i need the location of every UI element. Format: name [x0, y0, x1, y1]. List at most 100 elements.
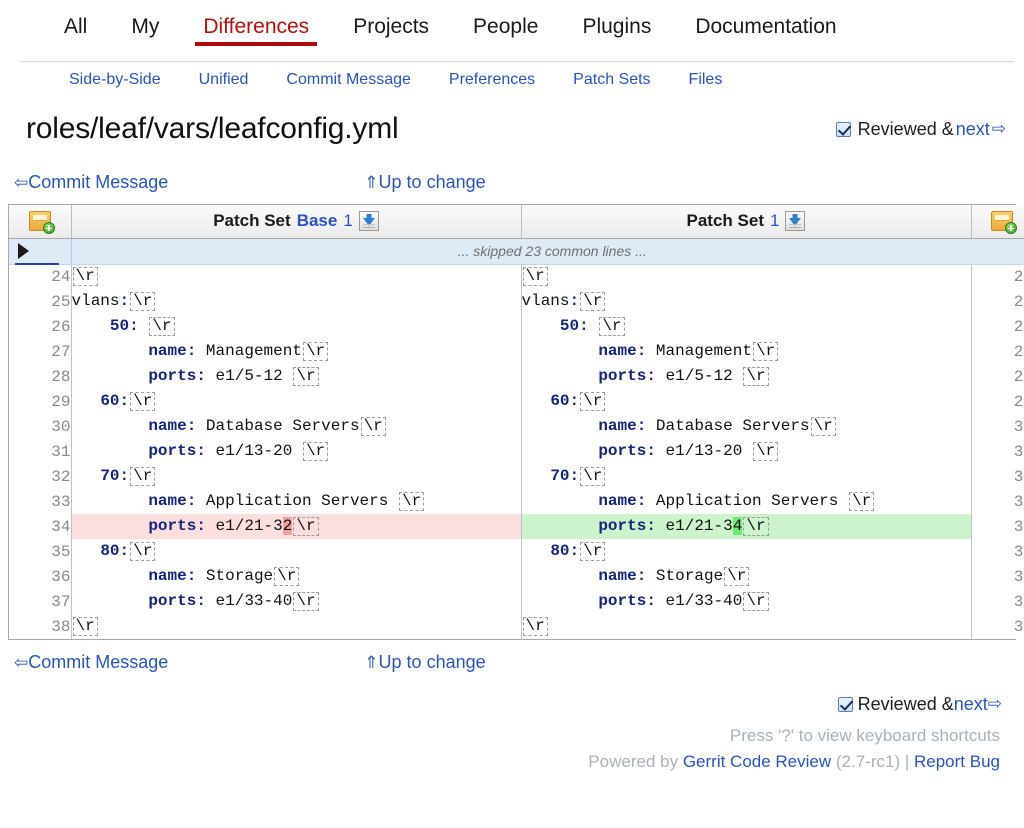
up-to-change-link-bottom[interactable]: ⇑Up to change: [364, 652, 485, 673]
diff-code-left[interactable]: 80: \r: [71, 539, 522, 564]
line-number-left[interactable]: 38: [9, 614, 72, 639]
line-number-left[interactable]: 31: [9, 439, 72, 464]
up-to-change-link-top[interactable]: ⇑Up to change: [364, 172, 485, 193]
line-number-right[interactable]: 37: [970, 589, 1024, 614]
reviewed-control-top[interactable]: Reviewed & next ⇨: [835, 119, 1006, 140]
line-number-right[interactable]: 26: [970, 314, 1024, 339]
diff-code-left[interactable]: ports: e1/13-20 \r: [71, 439, 522, 464]
diff-code-right[interactable]: 80: \r: [521, 539, 971, 564]
download-icon[interactable]: [785, 211, 806, 232]
diff-code-left[interactable]: 60: \r: [71, 389, 522, 414]
diff-code-left[interactable]: vlans: \r: [71, 289, 522, 314]
line-number-left[interactable]: 24: [9, 264, 72, 289]
diff-code-left[interactable]: ports: e1/5-12 \r: [71, 364, 522, 389]
code-text: e1/5-12: [205, 367, 293, 386]
diff-code-left[interactable]: ports: e1/21-32 \r: [71, 514, 522, 539]
line-number-right[interactable]: 38: [970, 614, 1024, 639]
skipped-lines-row[interactable]: ... skipped 23 common lines ...: [9, 238, 1024, 265]
commit-message-link-top[interactable]: ⇦Commit Message: [14, 172, 168, 193]
gerrit-link[interactable]: Gerrit Code Review: [683, 752, 831, 771]
line-number-left[interactable]: 25: [9, 289, 72, 314]
diff-code-right[interactable]: 50: \r: [521, 314, 971, 339]
report-bug-link[interactable]: Report Bug: [914, 752, 1000, 771]
expand-skipped-cell[interactable]: [9, 238, 72, 265]
diff-code-right[interactable]: \r: [521, 614, 971, 639]
diff-code-left[interactable]: \r: [71, 614, 522, 639]
line-number-left[interactable]: 37: [9, 589, 72, 614]
line-number-right[interactable]: 25: [970, 289, 1024, 314]
diff-code-left[interactable]: name: Management \r: [71, 339, 522, 364]
reviewed-control-bottom[interactable]: Reviewed & next ⇨: [0, 684, 1006, 724]
nav-tab-my[interactable]: My: [109, 16, 181, 46]
triangle-right-icon[interactable]: [18, 242, 29, 259]
diff-code-right[interactable]: 70: \r: [521, 464, 971, 489]
checkbox-checked-icon[interactable]: [837, 696, 853, 712]
diff-code-left[interactable]: ports: e1/33-40 \r: [71, 589, 522, 614]
patch-set-number-left[interactable]: 1: [343, 211, 352, 231]
diff-code-right[interactable]: 60: \r: [521, 389, 971, 414]
line-number-right[interactable]: 33: [970, 489, 1024, 514]
line-number-right[interactable]: 27: [970, 339, 1024, 364]
diff-code-right[interactable]: name: Storage \r: [521, 564, 971, 589]
line-number-right[interactable]: 31: [970, 439, 1024, 464]
line-number-right[interactable]: 29: [970, 389, 1024, 414]
diff-code-right[interactable]: name: Database Servers \r: [521, 414, 971, 439]
diff-code-left[interactable]: name: Application Servers \r: [71, 489, 522, 514]
subnav-link-unified[interactable]: Unified: [180, 71, 268, 89]
line-number-left[interactable]: 32: [9, 464, 72, 489]
line-number-left[interactable]: 36: [9, 564, 72, 589]
subnav-link-patch-sets[interactable]: Patch Sets: [554, 71, 669, 89]
diff-code-right[interactable]: name: Management \r: [521, 339, 971, 364]
diff-code-left[interactable]: \r: [71, 264, 522, 289]
line-number-right[interactable]: 34: [970, 514, 1024, 539]
line-number-right[interactable]: 36: [970, 564, 1024, 589]
line-number-right[interactable]: 24: [970, 264, 1024, 289]
line-number-left[interactable]: 26: [9, 314, 72, 339]
next-link[interactable]: next: [954, 694, 988, 715]
line-number-right[interactable]: 32: [970, 464, 1024, 489]
subnav-link-files[interactable]: Files: [670, 71, 742, 89]
line-number-left[interactable]: 35: [9, 539, 72, 564]
subnav-link-preferences[interactable]: Preferences: [430, 71, 554, 89]
add-comment-cell-right[interactable]: [970, 205, 1024, 239]
add-comment-icon[interactable]: [28, 211, 55, 235]
diff-code-right[interactable]: ports: e1/33-40 \r: [521, 589, 971, 614]
diff-code-left[interactable]: name: Database Servers \r: [71, 414, 522, 439]
add-comment-cell-left[interactable]: [9, 205, 72, 239]
diff-code-left[interactable]: 50: \r: [71, 314, 522, 339]
line-number-left[interactable]: 34: [9, 514, 72, 539]
line-number-left[interactable]: 27: [9, 339, 72, 364]
add-comment-icon[interactable]: [991, 211, 1018, 235]
checkbox-checked-icon[interactable]: [835, 121, 851, 137]
diff-code-left[interactable]: 70: \r: [71, 464, 522, 489]
diff-code-left[interactable]: name: Storage \r: [71, 564, 522, 589]
nav-tab-projects[interactable]: Projects: [331, 16, 451, 46]
nav-tab-people[interactable]: People: [451, 16, 560, 46]
line-number-left[interactable]: 28: [9, 364, 72, 389]
next-arrow-icon[interactable]: ⇨: [988, 694, 1002, 714]
subnav-link-commit-message[interactable]: Commit Message: [267, 71, 429, 89]
diff-code-right[interactable]: \r: [521, 264, 971, 289]
next-link[interactable]: next: [956, 119, 990, 140]
line-number-right[interactable]: 28: [970, 364, 1024, 389]
diff-code-right[interactable]: ports: e1/5-12 \r: [521, 364, 971, 389]
patch-set-number-right[interactable]: 1: [770, 211, 779, 231]
commit-message-link-bottom[interactable]: ⇦Commit Message: [14, 652, 168, 673]
nav-tab-documentation[interactable]: Documentation: [673, 16, 858, 46]
diff-code-right[interactable]: name: Application Servers \r: [521, 489, 971, 514]
next-arrow-icon[interactable]: ⇨: [992, 119, 1006, 139]
diff-code-right[interactable]: ports: e1/13-20 \r: [521, 439, 971, 464]
line-number-right[interactable]: 30: [970, 414, 1024, 439]
subnav-link-side-by-side[interactable]: Side-by-Side: [50, 71, 180, 89]
download-icon[interactable]: [358, 211, 379, 232]
diff-code-right[interactable]: vlans: \r: [521, 289, 971, 314]
nav-tab-all[interactable]: All: [42, 16, 109, 46]
nav-tab-plugins[interactable]: Plugins: [560, 16, 673, 46]
patch-set-base-label[interactable]: Base: [297, 211, 338, 231]
line-number-right[interactable]: 35: [970, 539, 1024, 564]
nav-tab-differences[interactable]: Differences: [181, 16, 331, 46]
diff-code-right[interactable]: ports: e1/21-34 \r: [521, 514, 971, 539]
line-number-left[interactable]: 29: [9, 389, 72, 414]
line-number-left[interactable]: 33: [9, 489, 72, 514]
line-number-left[interactable]: 30: [9, 414, 72, 439]
